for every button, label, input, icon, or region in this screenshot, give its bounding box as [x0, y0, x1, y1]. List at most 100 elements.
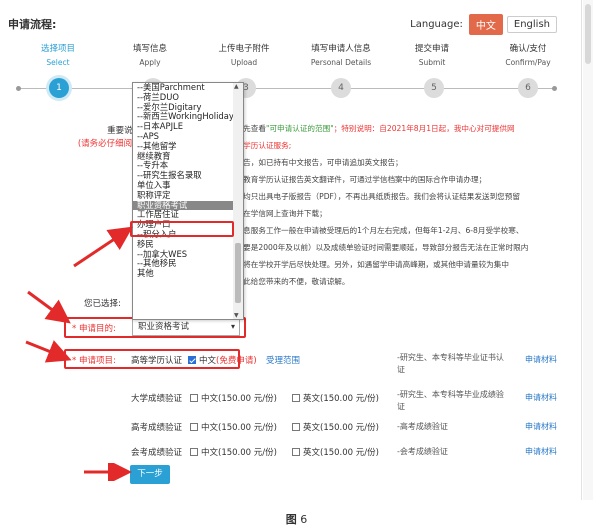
- language-switcher: Language: 中文 English: [410, 14, 557, 35]
- row-zh-option[interactable]: 中文(150.00 元/份): [190, 392, 277, 404]
- application-material-link[interactable]: 申请材料: [525, 446, 557, 457]
- option-label: 英文(150.00 元/份): [303, 448, 379, 458]
- step-5-circle: 5: [424, 78, 444, 98]
- row-zh-option[interactable]: 中文(150.00 元/份): [190, 446, 277, 458]
- option-label: 中文(150.00 元/份): [201, 448, 277, 458]
- step-2-label: 填写信息 Apply: [102, 42, 198, 70]
- selected-option-highlight-box: [130, 221, 234, 237]
- notice-line: ，请先查看"可申请认证的范围"；特别说明：自2021年8月1日起，我中心对可提供…: [228, 120, 572, 137]
- language-zh-button[interactable]: 中文: [468, 14, 503, 35]
- row-desc: -会考成绩验证: [397, 447, 448, 456]
- step-en: Upload: [230, 58, 258, 67]
- option-label: 中文(150.00 元/份): [201, 423, 277, 433]
- dropdown-scrollbar[interactable]: ▲ ▼: [233, 83, 243, 319]
- step-1-circle: 1: [49, 78, 69, 98]
- notice-line: 高等教育学历认证报告英文翻译件，可通过学信档案中的国际合作申请办理；: [228, 175, 487, 184]
- checkbox[interactable]: [190, 423, 198, 431]
- option-label: 中文(150.00 元/份): [201, 394, 277, 404]
- row-desc: -研究生、本专科等毕业成绩验证: [397, 390, 504, 411]
- notice-line: 中心将在学校开学后尽快处理。另外，如遇留学申请高峰期，或其他申请量较为集中: [228, 260, 509, 269]
- step-zh: 上传电子附件: [218, 44, 270, 54]
- application-material-link[interactable]: 申请材料: [525, 392, 557, 403]
- row-name: 高等学历认证: [131, 356, 183, 366]
- application-material-link[interactable]: 申请材料: [525, 354, 557, 365]
- row-en-option[interactable]: 英文(150.00 元/份): [292, 392, 379, 404]
- notice-line: 息信息服务工作一般在申请被受理后的1个月左右完成，但每年1-2月、6-8月受学校…: [228, 226, 524, 235]
- language-label: Language:: [410, 19, 463, 30]
- dropdown-scroll-thumb[interactable]: [235, 243, 241, 303]
- row-zh-option[interactable]: 中文(免费申请): [188, 354, 257, 366]
- step-6-label: 确认/支付 Confirm/Pay: [480, 42, 576, 70]
- step-zh: 提交申请: [414, 44, 449, 54]
- notice-line: 编号在学信网上查询并下载；: [228, 209, 327, 218]
- page-title: 申请流程:: [8, 18, 57, 31]
- scope-link[interactable]: 受理范围: [266, 354, 300, 366]
- caption-prefix: 图: [285, 513, 297, 526]
- step-en: Submit: [418, 58, 446, 67]
- row-en-option[interactable]: 英文(150.00 元/份): [292, 421, 379, 433]
- checkbox[interactable]: [292, 423, 300, 431]
- option-label: 英文(150.00 元/份): [303, 394, 379, 404]
- step-zh: 填写信息: [132, 44, 167, 54]
- progress-steps: 选择项目 Select 填写信息 Apply 上传电子附件 Upload 填写申请人信…: [0, 42, 582, 102]
- notice-line: 报告均只出具电子版报告（PDF），不再出具纸质报告。我们会将认证结果发送到您预留: [228, 192, 520, 201]
- step-en: Personal Details: [310, 58, 372, 67]
- chevron-down-icon: ▾: [230, 322, 235, 331]
- row-desc: -研究生、本专科等毕业证书认证: [397, 353, 504, 374]
- row-zh-option[interactable]: 中文(150.00 元/份): [190, 421, 277, 433]
- screen: 申请流程: Language: 中文 English 选择项目 Select 填写…: [0, 0, 593, 532]
- purpose-select-value: 职业资格考试: [138, 322, 190, 332]
- checkbox[interactable]: [190, 448, 198, 456]
- step-en: Confirm/Pay: [505, 58, 551, 67]
- scroll-down-icon[interactable]: ▼: [234, 312, 239, 319]
- application-material-link[interactable]: 申请材料: [525, 421, 557, 432]
- caption-number: 6: [300, 513, 308, 526]
- step-zh: 选择项目: [40, 44, 75, 54]
- zh-option-label: 中文: [199, 356, 217, 366]
- progress-start-dot: [16, 86, 21, 91]
- step-4-label: 填写申请人信息 Personal Details: [293, 42, 389, 70]
- row-name: 高考成绩验证: [131, 423, 183, 433]
- row-en-option[interactable]: 英文(150.00 元/份): [292, 446, 379, 458]
- step-en: Select: [46, 58, 70, 67]
- arrow-to-option: [73, 226, 133, 268]
- chosen-label: 您已选择:: [84, 299, 121, 309]
- progress-line: [18, 88, 553, 89]
- notice-text: ，请先查看"可申请认证的范围"；特别说明：自2021年8月1日起，我中心对可提供…: [228, 120, 572, 290]
- row-desc: -高考成绩验证: [397, 422, 448, 431]
- purpose-select[interactable]: 职业资格考试 ▾: [132, 318, 240, 336]
- project-label-text: * 申请项目:: [72, 356, 116, 366]
- purpose-label: * 申请目的:: [72, 322, 116, 334]
- arrow-to-purpose: [27, 290, 71, 324]
- language-en-button[interactable]: English: [506, 16, 557, 33]
- free-application-tag: (免费申请): [216, 356, 257, 366]
- notice-line: 文报告，如已持有中文报告，可申请追加英文报告；: [228, 158, 403, 167]
- scroll-up-icon[interactable]: ▲: [234, 83, 239, 90]
- checkbox[interactable]: [190, 394, 198, 402]
- purpose-label-text: * 申请目的:: [72, 324, 116, 334]
- step-3-label: 上传电子附件 Upload: [196, 42, 292, 70]
- notice-label: 重要说明:: [107, 126, 144, 136]
- page-scrollbar[interactable]: [583, 0, 593, 500]
- project-label: * 申请项目:: [72, 354, 116, 366]
- purpose-dropdown-list[interactable]: --美国Parchment --荷兰DUO --爱尔兰Digitary --新西兰Wo…: [132, 82, 244, 320]
- notice-special-note: ；特别说明：自2021年8月1日起，我中心对可提供网: [333, 124, 515, 133]
- checkbox[interactable]: [292, 448, 300, 456]
- option-label: 英文(150.00 元/份): [303, 423, 379, 433]
- dropdown-option[interactable]: 其他: [133, 268, 233, 279]
- checkbox-checked[interactable]: [188, 356, 196, 364]
- checkbox[interactable]: [292, 394, 300, 402]
- dropdown-options: --美国Parchment --荷兰DUO --爱尔兰Digitary --新西兰Wo…: [133, 83, 234, 279]
- next-step-button[interactable]: 下一步: [130, 465, 170, 484]
- step-1-label: 选择项目 Select: [10, 42, 106, 70]
- row-name: 大学成绩验证: [131, 394, 183, 404]
- notice-warning-label: (请务必仔细阅读): [77, 139, 144, 149]
- arrow-to-project: [25, 340, 72, 363]
- figure-caption: 图 6: [0, 511, 593, 527]
- row-name: 会考成绩验证: [131, 448, 183, 458]
- notice-line: ，对此给您带来的不便，敬请谅解。: [228, 277, 350, 286]
- page-scroll-thumb[interactable]: [585, 4, 591, 64]
- application-panel: 申请流程: Language: 中文 English 选择项目 Select 填写…: [0, 0, 582, 500]
- scope-link[interactable]: "可申请认证的范围": [266, 124, 334, 133]
- step-6-circle: 6: [518, 78, 538, 98]
